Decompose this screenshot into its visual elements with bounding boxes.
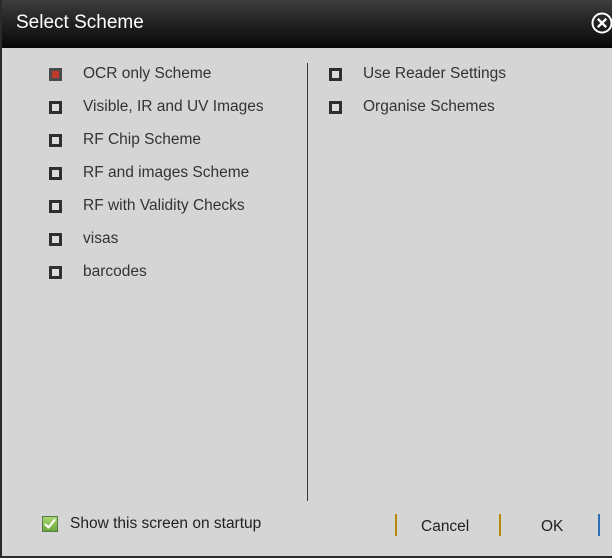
checkbox-icon[interactable] (49, 133, 62, 147)
option-barcodes[interactable]: barcodes (49, 261, 147, 283)
option-organise-schemes[interactable]: Organise Schemes (329, 96, 495, 118)
checkbox-icon[interactable] (49, 199, 62, 213)
option-label: RF Chip Scheme (83, 131, 202, 148)
option-label: visas (83, 230, 119, 247)
trailing-separator (598, 514, 600, 536)
option-label: RF and images Scheme (83, 164, 250, 181)
select-scheme-dialog: Select Scheme OCR only Scheme Visible, I… (0, 0, 612, 558)
option-visible-ir-uv-images[interactable]: Visible, IR and UV Images (49, 96, 264, 118)
dialog-title: Select Scheme (16, 12, 144, 33)
title-bar: Select Scheme (2, 0, 612, 48)
option-rf-with-validity-checks[interactable]: RF with Validity Checks (49, 195, 245, 217)
option-use-reader-settings[interactable]: Use Reader Settings (329, 63, 506, 85)
column-divider (307, 63, 308, 501)
ok-separator (499, 514, 501, 536)
option-label: Visible, IR and UV Images (83, 98, 264, 115)
option-label: Organise Schemes (363, 98, 495, 115)
checkbox-icon[interactable] (49, 232, 62, 246)
checkmark-checkbox-icon[interactable] (42, 516, 58, 532)
checkbox-icon[interactable] (329, 67, 342, 81)
checkbox-icon[interactable] (49, 100, 62, 114)
show-on-startup-label: Show this screen on startup (70, 515, 262, 532)
cancel-button[interactable]: Cancel (421, 518, 469, 536)
show-on-startup-toggle[interactable]: Show this screen on startup (42, 515, 261, 533)
checkbox-icon[interactable] (49, 166, 62, 180)
checkbox-icon[interactable] (49, 67, 62, 81)
option-visas[interactable]: visas (49, 228, 118, 250)
cancel-separator (395, 514, 397, 536)
option-label: RF with Validity Checks (83, 197, 245, 214)
option-label: OCR only Scheme (83, 65, 212, 82)
checkbox-icon[interactable] (329, 100, 342, 114)
option-label: Use Reader Settings (363, 65, 507, 82)
option-label: barcodes (83, 263, 147, 280)
check-icon (44, 518, 56, 529)
close-button[interactable] (590, 11, 612, 35)
option-ocr-only-scheme[interactable]: OCR only Scheme (49, 63, 211, 85)
dialog-content: OCR only Scheme Visible, IR and UV Image… (4, 48, 612, 556)
ok-button[interactable]: OK (541, 518, 563, 536)
option-rf-and-images-scheme[interactable]: RF and images Scheme (49, 162, 249, 184)
option-rf-chip-scheme[interactable]: RF Chip Scheme (49, 129, 201, 151)
checkbox-icon[interactable] (49, 265, 62, 279)
close-icon (591, 12, 612, 34)
